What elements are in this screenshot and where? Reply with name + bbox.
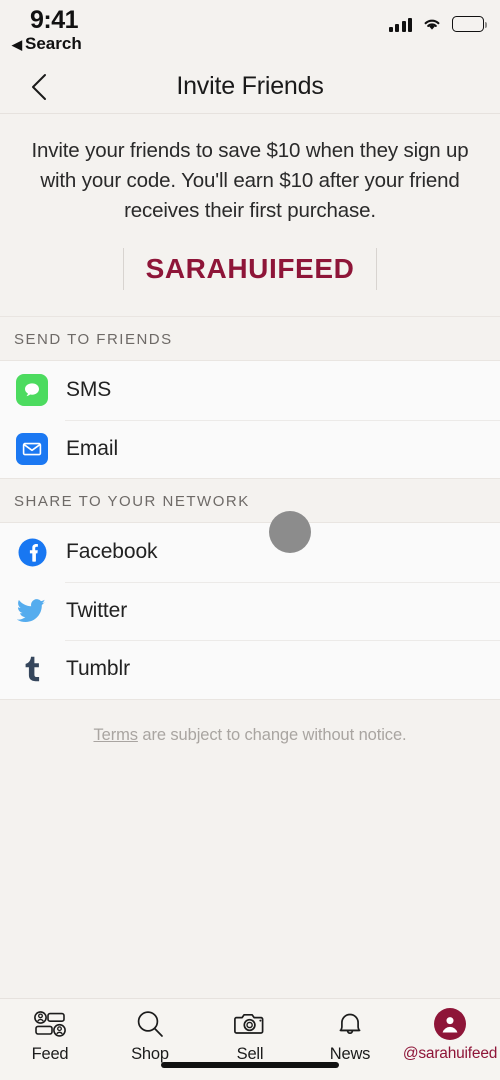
section-header-send-to-friends: SEND TO FRIENDS bbox=[0, 316, 500, 361]
share-to-network-list: Facebook Twitter Tumblr bbox=[0, 523, 500, 700]
terms-link[interactable]: Terms bbox=[93, 726, 138, 744]
chevron-left-icon bbox=[32, 73, 46, 100]
tab-sell[interactable]: Sell bbox=[200, 1007, 300, 1064]
twitter-bird-icon bbox=[14, 593, 50, 629]
avatar bbox=[434, 1008, 466, 1040]
list-item-label: Email bbox=[66, 436, 119, 460]
tab-feed[interactable]: Feed bbox=[0, 1007, 100, 1064]
tab-profile[interactable]: @sarahuifeed bbox=[400, 1007, 500, 1063]
list-item-facebook[interactable]: Facebook bbox=[0, 523, 500, 582]
list-item-sms[interactable]: SMS bbox=[0, 361, 500, 420]
list-item-label: Facebook bbox=[66, 540, 158, 564]
feed-icon bbox=[33, 1007, 67, 1041]
promo-section: Invite your friends to save $10 when the… bbox=[0, 114, 500, 316]
tumblr-icon bbox=[14, 651, 50, 687]
back-triangle-icon: ◀ bbox=[12, 36, 22, 52]
tab-label: @sarahuifeed bbox=[402, 1045, 498, 1062]
back-to-search-label: Search bbox=[25, 34, 82, 53]
status-bar: 9:41 ◀ Search bbox=[0, 0, 500, 60]
send-to-friends-list: SMS Email bbox=[0, 361, 500, 478]
code-divider-right bbox=[376, 248, 378, 290]
list-item-label: SMS bbox=[66, 378, 112, 402]
search-magnifier-icon bbox=[134, 1007, 166, 1041]
bell-icon bbox=[335, 1007, 365, 1041]
tab-news[interactable]: News bbox=[300, 1007, 400, 1064]
referral-code[interactable]: SARAHUIFEED bbox=[124, 248, 377, 290]
profile-avatar-icon bbox=[434, 1007, 466, 1041]
promo-description: Invite your friends to save $10 when the… bbox=[31, 139, 469, 222]
terms-note: Terms are subject to change without noti… bbox=[0, 700, 500, 745]
email-envelope-icon bbox=[14, 431, 50, 467]
section-header-share-to-network: SHARE TO YOUR NETWORK bbox=[0, 478, 500, 523]
referral-code-container[interactable]: SARAHUIFEED bbox=[24, 248, 476, 290]
home-indicator-bar bbox=[161, 1062, 339, 1068]
list-item-label: Tumblr bbox=[66, 657, 130, 681]
list-item-tumblr[interactable]: Tumblr bbox=[0, 640, 500, 699]
status-icons bbox=[388, 16, 487, 32]
back-button[interactable] bbox=[22, 70, 56, 104]
wifi-icon bbox=[424, 19, 440, 30]
navigation-bar: Invite Friends bbox=[0, 60, 500, 114]
camera-icon bbox=[234, 1007, 266, 1041]
status-time: 9:41 bbox=[30, 6, 79, 34]
tab-shop[interactable]: Shop bbox=[100, 1007, 200, 1064]
facebook-icon bbox=[14, 534, 50, 570]
terms-rest-text: are subject to change without notice. bbox=[137, 725, 407, 744]
page-title: Invite Friends bbox=[176, 72, 324, 100]
list-item-twitter[interactable]: Twitter bbox=[0, 581, 500, 640]
invite-friends-screen: 9:41 ◀ Search Invite Friends Invite your… bbox=[0, 0, 500, 1080]
list-item-email[interactable]: Email bbox=[0, 419, 500, 478]
tab-label: Feed bbox=[31, 1045, 69, 1063]
sms-message-icon bbox=[14, 372, 50, 408]
battery-full-icon bbox=[452, 16, 487, 32]
back-to-search-button[interactable]: ◀ Search bbox=[12, 34, 82, 54]
list-item-label: Twitter bbox=[66, 598, 128, 622]
signal-bars-icon bbox=[388, 17, 412, 32]
